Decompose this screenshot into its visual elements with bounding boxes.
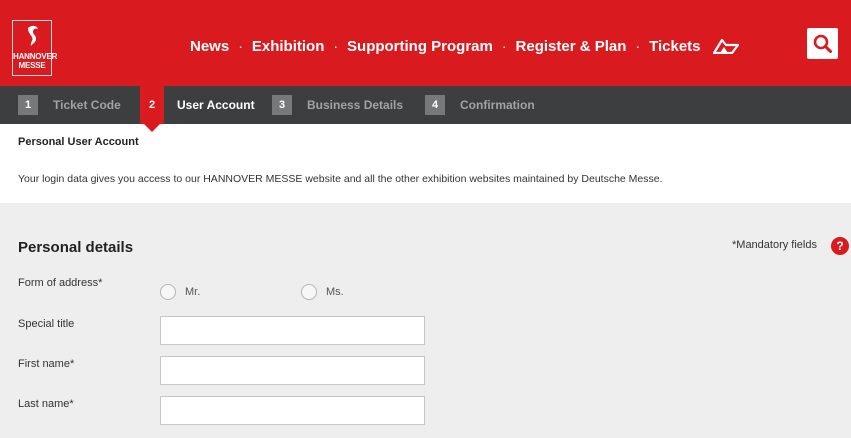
last-name-label: Last name* (18, 398, 74, 410)
nav-separator: · (501, 38, 507, 54)
special-title-label: Special title (18, 318, 75, 330)
step-number: 3 (272, 95, 292, 115)
step-number: 4 (425, 95, 445, 115)
help-icon[interactable]: ? (831, 237, 849, 255)
nav-separator: · (333, 38, 339, 54)
step-label: Ticket Code (53, 98, 121, 112)
step-user-account[interactable]: 2 User Account (142, 93, 255, 117)
last-name-input[interactable] (160, 396, 425, 425)
radio-label-mr: Mr. (185, 286, 201, 298)
mountain-icon[interactable] (712, 38, 739, 54)
mandatory-fields-note: *Mandatory fields (732, 239, 817, 251)
step-label: Confirmation (460, 98, 535, 112)
nav-separator: · (635, 38, 641, 54)
form-of-address-label: Form of address* (18, 277, 103, 289)
step-confirmation[interactable]: 4 Confirmation (425, 93, 535, 117)
site-header: HANNOVER MESSE News · Exhibition · Suppo… (0, 0, 851, 86)
first-name-input[interactable] (160, 356, 425, 385)
logo-text-messe: MESSE (18, 61, 46, 70)
nav-item-news[interactable]: News (190, 38, 229, 55)
messe-logo-icon (28, 25, 38, 46)
nav-item-tickets[interactable]: Tickets (649, 38, 700, 55)
search-icon (813, 34, 832, 53)
progress-steps: 1 Ticket Code 3 Business Details 4 Confi… (0, 86, 851, 124)
radio-circle[interactable] (301, 284, 317, 300)
nav-item-register-plan[interactable]: Register & Plan (516, 38, 627, 55)
personal-details-form: Personal details *Mandatory fields ? For… (0, 203, 851, 438)
nav-item-exhibition[interactable]: Exhibition (252, 38, 325, 55)
nav-item-supporting-program[interactable]: Supporting Program (347, 38, 493, 55)
nav-separator: · (238, 38, 243, 54)
step-label: Business Details (307, 98, 404, 112)
radio-circle[interactable] (160, 284, 176, 300)
section-title: Personal User Account (18, 136, 139, 148)
radio-label-ms: Ms. (326, 286, 344, 298)
step-label: User Account (177, 98, 255, 112)
radio-mr[interactable]: Mr. (160, 284, 200, 300)
step-business-details[interactable]: 3 Business Details (272, 93, 403, 117)
active-step-pointer (144, 124, 160, 132)
first-name-label: First name* (18, 358, 75, 370)
hannover-messe-logo[interactable]: HANNOVER MESSE (12, 20, 58, 76)
step-ticket-code[interactable]: 1 Ticket Code (18, 93, 121, 117)
special-title-input[interactable] (160, 316, 425, 345)
radio-ms[interactable]: Ms. (301, 284, 344, 300)
form-title: Personal details (18, 239, 134, 256)
main-nav: News · Exhibition · Supporting Program ·… (190, 36, 739, 56)
intro-text: Your login data gives you access to our … (18, 173, 663, 185)
step-number: 1 (18, 95, 38, 115)
logo-text-hannover: HANNOVER (13, 52, 58, 61)
step-number: 2 (142, 95, 162, 115)
search-button[interactable] (807, 28, 838, 59)
